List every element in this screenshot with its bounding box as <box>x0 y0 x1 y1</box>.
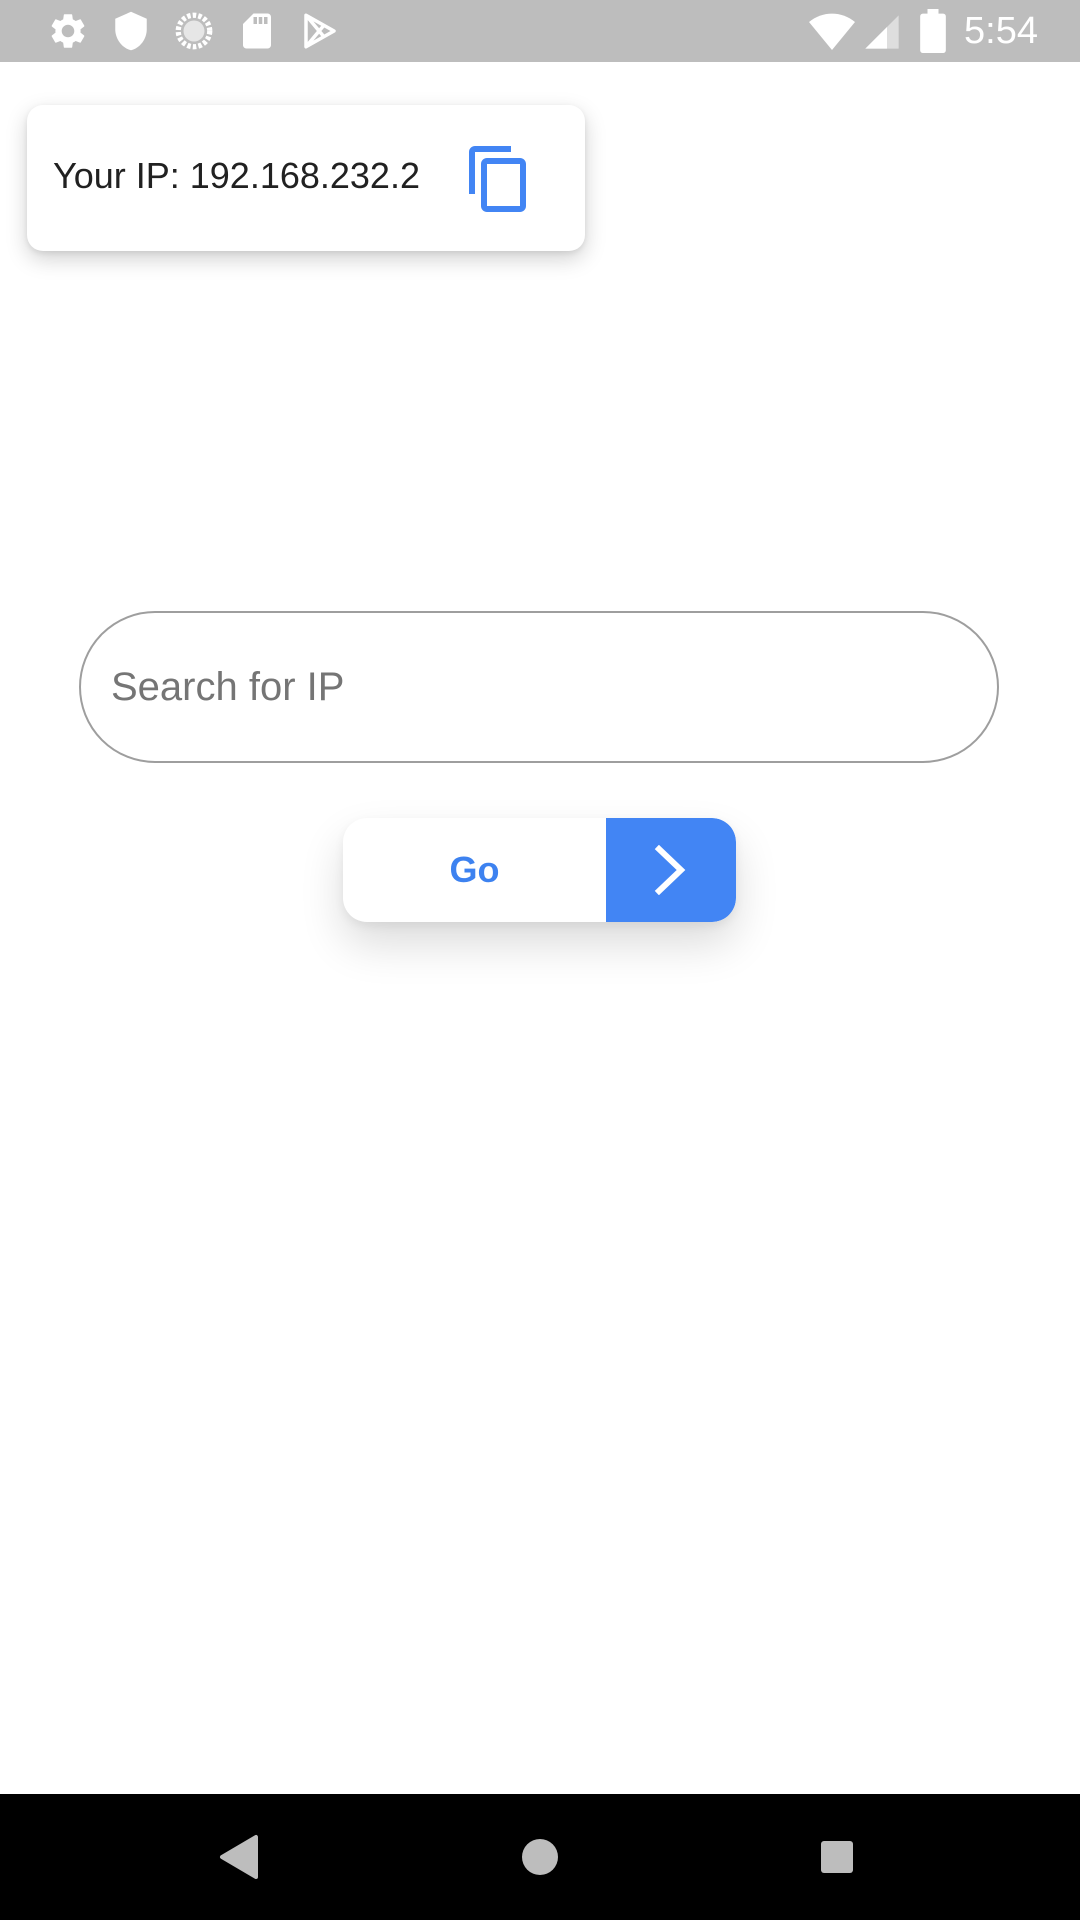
ip-card: Your IP: 192.168.232.2 <box>27 105 585 251</box>
home-button[interactable] <box>508 1825 572 1889</box>
recents-button[interactable] <box>805 1825 869 1889</box>
search-input[interactable] <box>111 613 961 761</box>
recents-icon <box>821 1841 853 1873</box>
go-arrow-section <box>606 818 736 922</box>
navigation-bar <box>0 1794 1080 1920</box>
status-time: 5:54 <box>964 10 1038 52</box>
sd-card-icon <box>243 13 271 49</box>
back-icon <box>220 1835 258 1879</box>
search-field <box>79 611 999 763</box>
wifi-icon <box>809 13 855 51</box>
go-button[interactable]: Go <box>343 818 736 922</box>
shield-icon <box>115 11 147 51</box>
sync-icon <box>175 12 213 50</box>
status-bar: 5:54 <box>0 0 1080 62</box>
home-icon <box>522 1839 558 1875</box>
go-button-label: Go <box>449 849 500 890</box>
ip-address-text: Your IP: 192.168.232.2 <box>53 155 420 196</box>
play-store-icon <box>304 13 336 49</box>
copy-icon <box>469 146 526 212</box>
battery-icon <box>920 9 946 53</box>
gear-icon <box>51 14 85 48</box>
chevron-right-icon <box>654 845 686 895</box>
cell-signal-icon <box>865 15 899 49</box>
back-button[interactable] <box>208 1825 272 1889</box>
copy-button[interactable] <box>463 143 535 215</box>
